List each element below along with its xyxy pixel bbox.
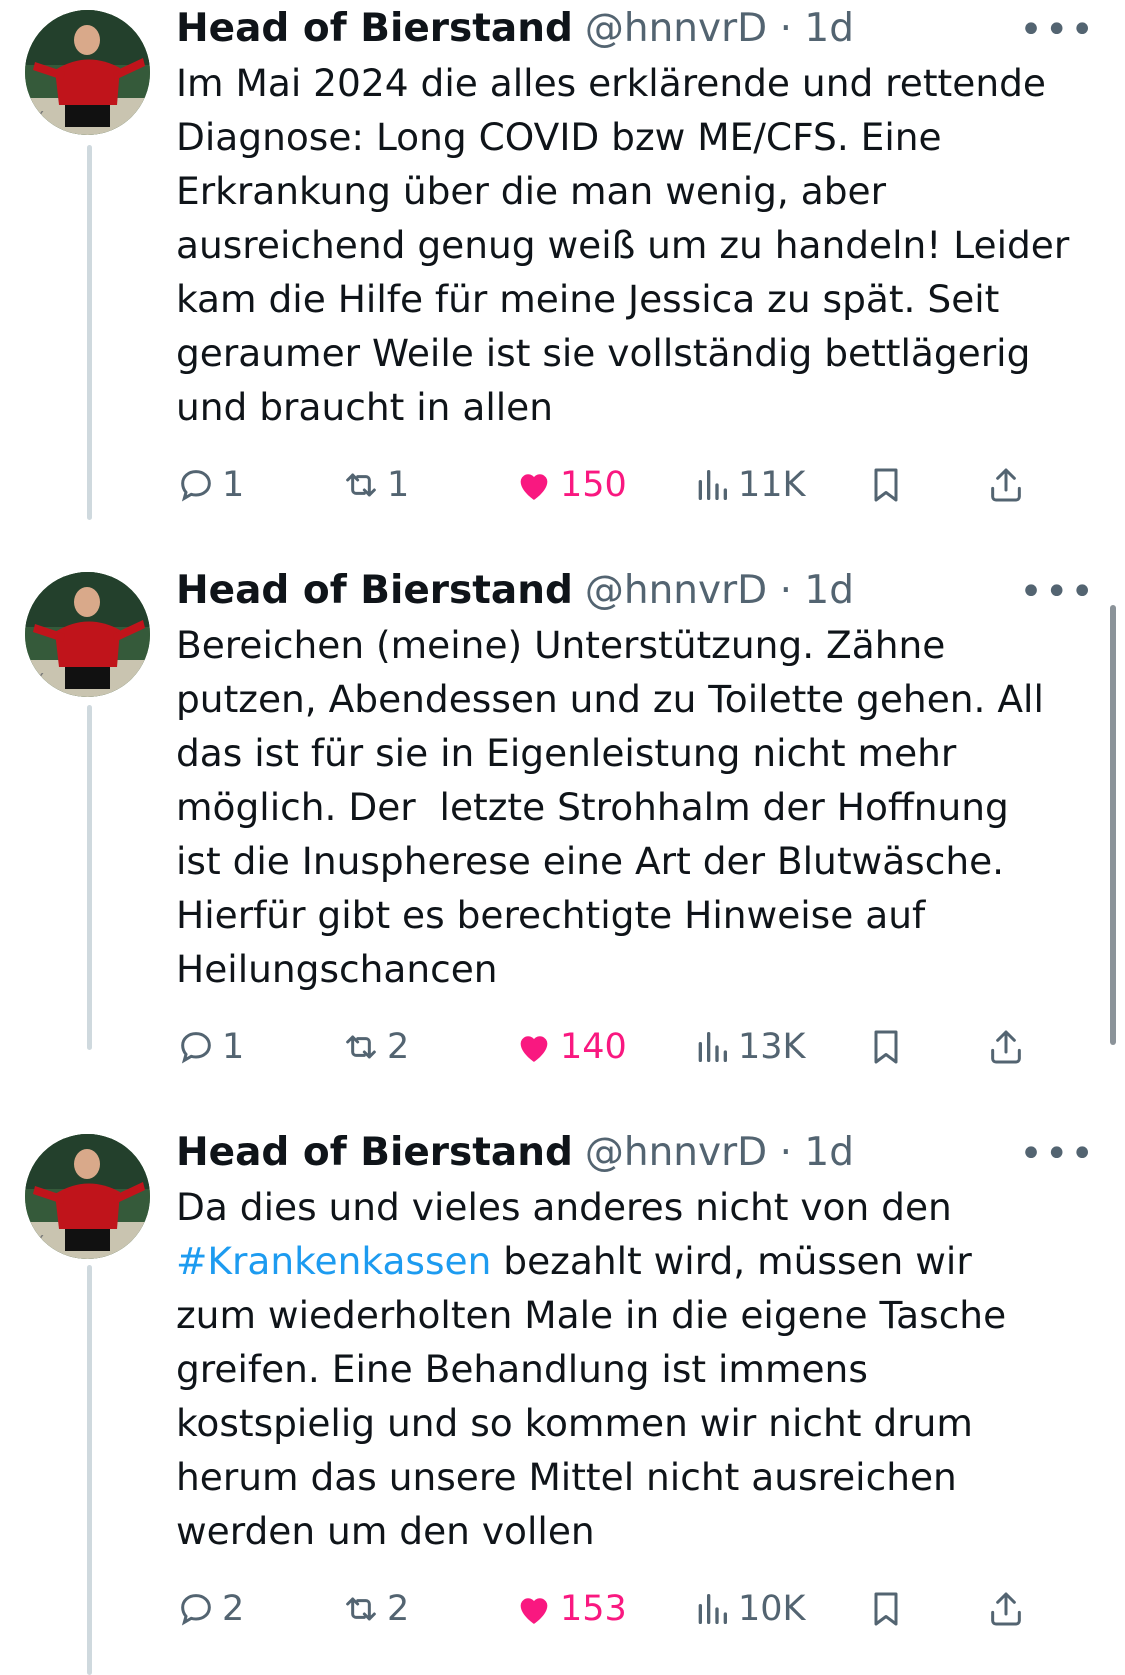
more-options-button[interactable]: ••• <box>1019 10 1096 50</box>
repost-icon <box>346 1597 376 1621</box>
avatar[interactable]: ex <box>25 572 150 697</box>
share-button[interactable] <box>986 1017 1026 1077</box>
bookmark-icon <box>874 1592 898 1626</box>
repost-icon <box>346 1035 376 1059</box>
bookmark-button[interactable] <box>866 1017 906 1077</box>
like-count: 153 <box>560 1589 627 1629</box>
reply-button[interactable]: 2 <box>176 1579 244 1639</box>
repost-button[interactable]: 2 <box>341 1017 409 1077</box>
tweet[interactable]: ex Head of Bierstand @hnnvrD · 1d ••• Da … <box>0 1124 1125 1664</box>
heart-icon <box>520 1598 548 1624</box>
tweet-header: Head of Bierstand @hnnvrD · 1d <box>176 0 1096 58</box>
bookmark-button[interactable] <box>866 1579 906 1639</box>
heart-icon <box>520 474 548 500</box>
share-icon <box>991 1030 1021 1064</box>
reply-count: 1 <box>222 1027 245 1067</box>
views-button[interactable]: 10K <box>692 1579 806 1639</box>
tweet-header: Head of Bierstand @hnnvrD · 1d <box>176 1124 1096 1182</box>
bookmark-icon <box>874 468 898 502</box>
views-count: 11K <box>738 465 806 505</box>
views-count: 13K <box>738 1027 806 1067</box>
repost-button[interactable]: 2 <box>341 1579 409 1639</box>
display-name[interactable]: Head of Bierstand <box>176 1130 573 1175</box>
display-name[interactable]: Head of Bierstand <box>176 6 573 51</box>
hashtag-link[interactable]: #Krankenkassen <box>176 1239 491 1283</box>
more-options-button[interactable]: ••• <box>1019 572 1096 612</box>
svg-text:ex: ex <box>25 1229 44 1248</box>
tweet-text: Da dies und vieles anderes nicht von den… <box>176 1185 1007 1553</box>
reply-icon <box>181 470 211 502</box>
like-button[interactable]: 153 <box>514 1579 627 1639</box>
timestamp[interactable]: · 1d <box>780 568 854 613</box>
tweet[interactable]: ex Head of Bierstand @hnnvrD · 1d ••• Ber… <box>0 562 1125 1102</box>
reply-button[interactable]: 1 <box>176 1017 244 1077</box>
user-handle[interactable]: @hnnvrD <box>585 6 767 51</box>
tweet-header: Head of Bierstand @hnnvrD · 1d <box>176 562 1096 620</box>
share-button[interactable] <box>986 1579 1026 1639</box>
repost-count: 2 <box>387 1589 410 1629</box>
repost-count: 2 <box>387 1027 410 1067</box>
avatar[interactable]: ex <box>25 10 150 135</box>
timestamp[interactable]: · 1d <box>780 1130 854 1175</box>
repost-button[interactable]: 1 <box>341 455 409 515</box>
like-button[interactable]: 150 <box>514 455 627 515</box>
reply-icon <box>181 1032 211 1064</box>
views-icon <box>698 1594 727 1624</box>
bookmark-icon <box>874 1030 898 1064</box>
timestamp[interactable]: · 1d <box>780 6 854 51</box>
tweet-actions: 1 2 140 13K <box>176 1017 1096 1077</box>
share-button[interactable] <box>986 455 1026 515</box>
user-handle[interactable]: @hnnvrD <box>585 1130 767 1175</box>
views-icon <box>698 470 727 500</box>
share-icon <box>991 1592 1021 1626</box>
views-icon <box>698 1032 727 1062</box>
share-icon <box>991 468 1021 502</box>
like-count: 150 <box>560 465 627 505</box>
reply-count: 2 <box>222 1589 245 1629</box>
views-button[interactable]: 11K <box>692 455 806 515</box>
tweet-actions: 1 1 150 11K <box>176 455 1096 515</box>
like-count: 140 <box>560 1027 627 1067</box>
bookmark-button[interactable] <box>866 455 906 515</box>
tweet-text: Bereichen (meine) Unterstützung. Zähne pu… <box>176 623 1044 991</box>
repost-icon <box>346 473 376 497</box>
views-count: 10K <box>738 1589 806 1629</box>
user-handle[interactable]: @hnnvrD <box>585 568 767 613</box>
display-name[interactable]: Head of Bierstand <box>176 568 573 613</box>
avatar[interactable]: ex <box>25 1134 150 1259</box>
views-button[interactable]: 13K <box>692 1017 806 1077</box>
like-button[interactable]: 140 <box>514 1017 627 1077</box>
reply-count: 1 <box>222 465 245 505</box>
repost-count: 1 <box>387 465 410 505</box>
reply-button[interactable]: 1 <box>176 455 244 515</box>
svg-text:ex: ex <box>25 667 44 686</box>
svg-text:ex: ex <box>25 105 44 124</box>
reply-icon <box>181 1594 211 1626</box>
tweet-text: Im Mai 2024 die alles erklärende und ret… <box>176 61 1070 429</box>
heart-icon <box>520 1036 548 1062</box>
tweet-actions: 2 2 153 10K <box>176 1579 1096 1639</box>
more-options-button[interactable]: ••• <box>1019 1134 1096 1174</box>
tweet[interactable]: ex Head of Bierstand @hnnvrD · 1d ••• Im … <box>0 0 1125 540</box>
